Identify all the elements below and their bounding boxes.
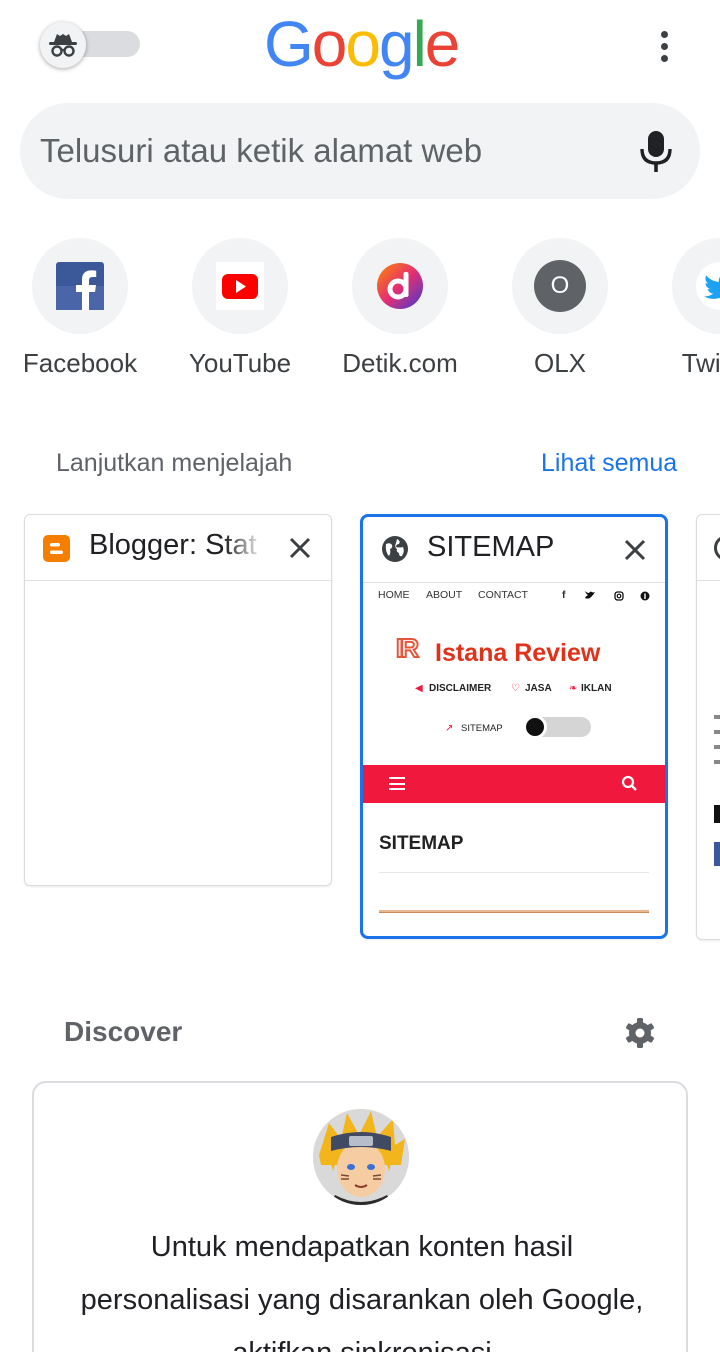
logo-letter: G xyxy=(264,8,314,80)
pinterest-small-icon xyxy=(640,591,650,601)
shortcut-label: Detik.com xyxy=(342,348,458,378)
brand-mark: IR xyxy=(395,632,420,664)
tab-header: Blogger: Stat xyxy=(25,515,331,581)
preview-nav: HOME ABOUT CONTACT f xyxy=(378,589,658,605)
shortcut-label: OLX xyxy=(533,348,587,378)
detik-icon xyxy=(352,238,448,334)
logo-letter: o xyxy=(311,8,348,80)
shortcut-youtube[interactable]: YouTube xyxy=(160,238,320,388)
facebook-small-icon: f xyxy=(562,589,566,601)
more-vert-icon[interactable] xyxy=(645,24,683,68)
brand-logo: IR Istana Review xyxy=(393,632,653,675)
shortcut-twitter[interactable]: Twitter xyxy=(640,238,720,388)
search-input[interactable]: Telusuri atau ketik alamat web xyxy=(20,103,700,199)
incognito-icon xyxy=(40,22,86,68)
orange-divider xyxy=(379,910,649,913)
heart-icon: ♡ xyxy=(511,683,520,694)
pin-icon: ❧ xyxy=(569,683,578,694)
preview-link: JASA xyxy=(525,683,552,694)
avatar[interactable] xyxy=(313,1109,409,1205)
shortcut-label: Facebook xyxy=(22,348,138,378)
shortcut-olx[interactable]: O OLX xyxy=(480,238,640,388)
close-icon[interactable] xyxy=(620,535,650,565)
youtube-icon xyxy=(192,238,288,334)
divider xyxy=(379,872,649,873)
logo-letter: o xyxy=(345,8,381,80)
tab-card-blogger[interactable]: Blogger: Stat xyxy=(24,514,332,886)
preview-text-lines xyxy=(714,715,720,764)
olx-icon: O xyxy=(512,238,608,334)
preview-nav-item: ABOUT xyxy=(426,589,463,601)
incognito-toggle[interactable] xyxy=(40,22,140,68)
shortcut-detik[interactable]: Detik.com xyxy=(320,238,480,388)
tab-header xyxy=(697,515,720,581)
preview-menu-bar xyxy=(363,765,665,803)
mic-icon[interactable] xyxy=(638,129,674,175)
search-placeholder: Telusuri atau ketik alamat web xyxy=(40,132,483,169)
logo-letter: l xyxy=(412,8,427,80)
tab-header: SITEMAP xyxy=(363,517,665,583)
tab-card-sitemap[interactable]: SITEMAP HOME ABOUT CONTACT f IR Istana R… xyxy=(360,514,668,939)
olx-letter: O xyxy=(534,260,586,312)
facebook-icon xyxy=(32,238,128,334)
shortcut-facebook[interactable]: Facebook xyxy=(0,238,160,388)
logo-letter: e xyxy=(424,8,461,80)
preview-nav-item: CONTACT xyxy=(478,589,528,601)
continue-browsing-label: Lanjutkan menjelajah xyxy=(56,449,293,477)
close-icon[interactable] xyxy=(285,533,315,563)
hamburger-icon xyxy=(389,777,405,790)
preview-links: ◀ DISCLAIMER ♡ JASA ❧ IKLAN xyxy=(415,683,645,697)
megaphone-icon: ◀ xyxy=(415,683,423,694)
dark-mode-toggle xyxy=(523,715,591,739)
tab-title: Blogger: Stat xyxy=(89,529,257,561)
preview-sitemap-label: SITEMAP xyxy=(461,723,503,734)
preview-link: IKLAN xyxy=(581,683,612,694)
tab-favicon xyxy=(714,535,720,561)
shortcut-label: Twitter xyxy=(681,348,720,378)
logo-letter: g xyxy=(378,8,415,80)
preview-nav-item: HOME xyxy=(378,589,410,601)
brand-name: Istana Review xyxy=(435,639,601,667)
tab-title: SITEMAP xyxy=(427,531,555,563)
twitter-small-icon xyxy=(585,591,595,599)
globe-icon xyxy=(382,536,408,562)
preview-link: DISCLAIMER xyxy=(429,683,492,694)
preview-heading: SITEMAP xyxy=(379,833,464,854)
discover-label: Discover xyxy=(64,1016,183,1047)
twitter-icon xyxy=(672,238,720,334)
google-logo: G o o g l e xyxy=(264,4,460,84)
see-all-link[interactable]: Lihat semua xyxy=(541,449,677,478)
blogger-icon xyxy=(43,535,70,562)
preview-block xyxy=(714,842,720,866)
tab-card-partial[interactable] xyxy=(696,514,720,940)
discover-card: Untuk mendapatkan konten hasil personali… xyxy=(32,1081,688,1352)
instagram-small-icon xyxy=(614,591,624,601)
gear-icon[interactable] xyxy=(624,1017,656,1049)
preview-block xyxy=(714,805,720,823)
shortcut-label: YouTube xyxy=(188,348,292,378)
discover-sync-message: Untuk mendapatkan konten hasil personali… xyxy=(80,1231,644,1352)
chart-small-icon: ↗ xyxy=(445,723,454,734)
search-icon xyxy=(621,775,637,791)
